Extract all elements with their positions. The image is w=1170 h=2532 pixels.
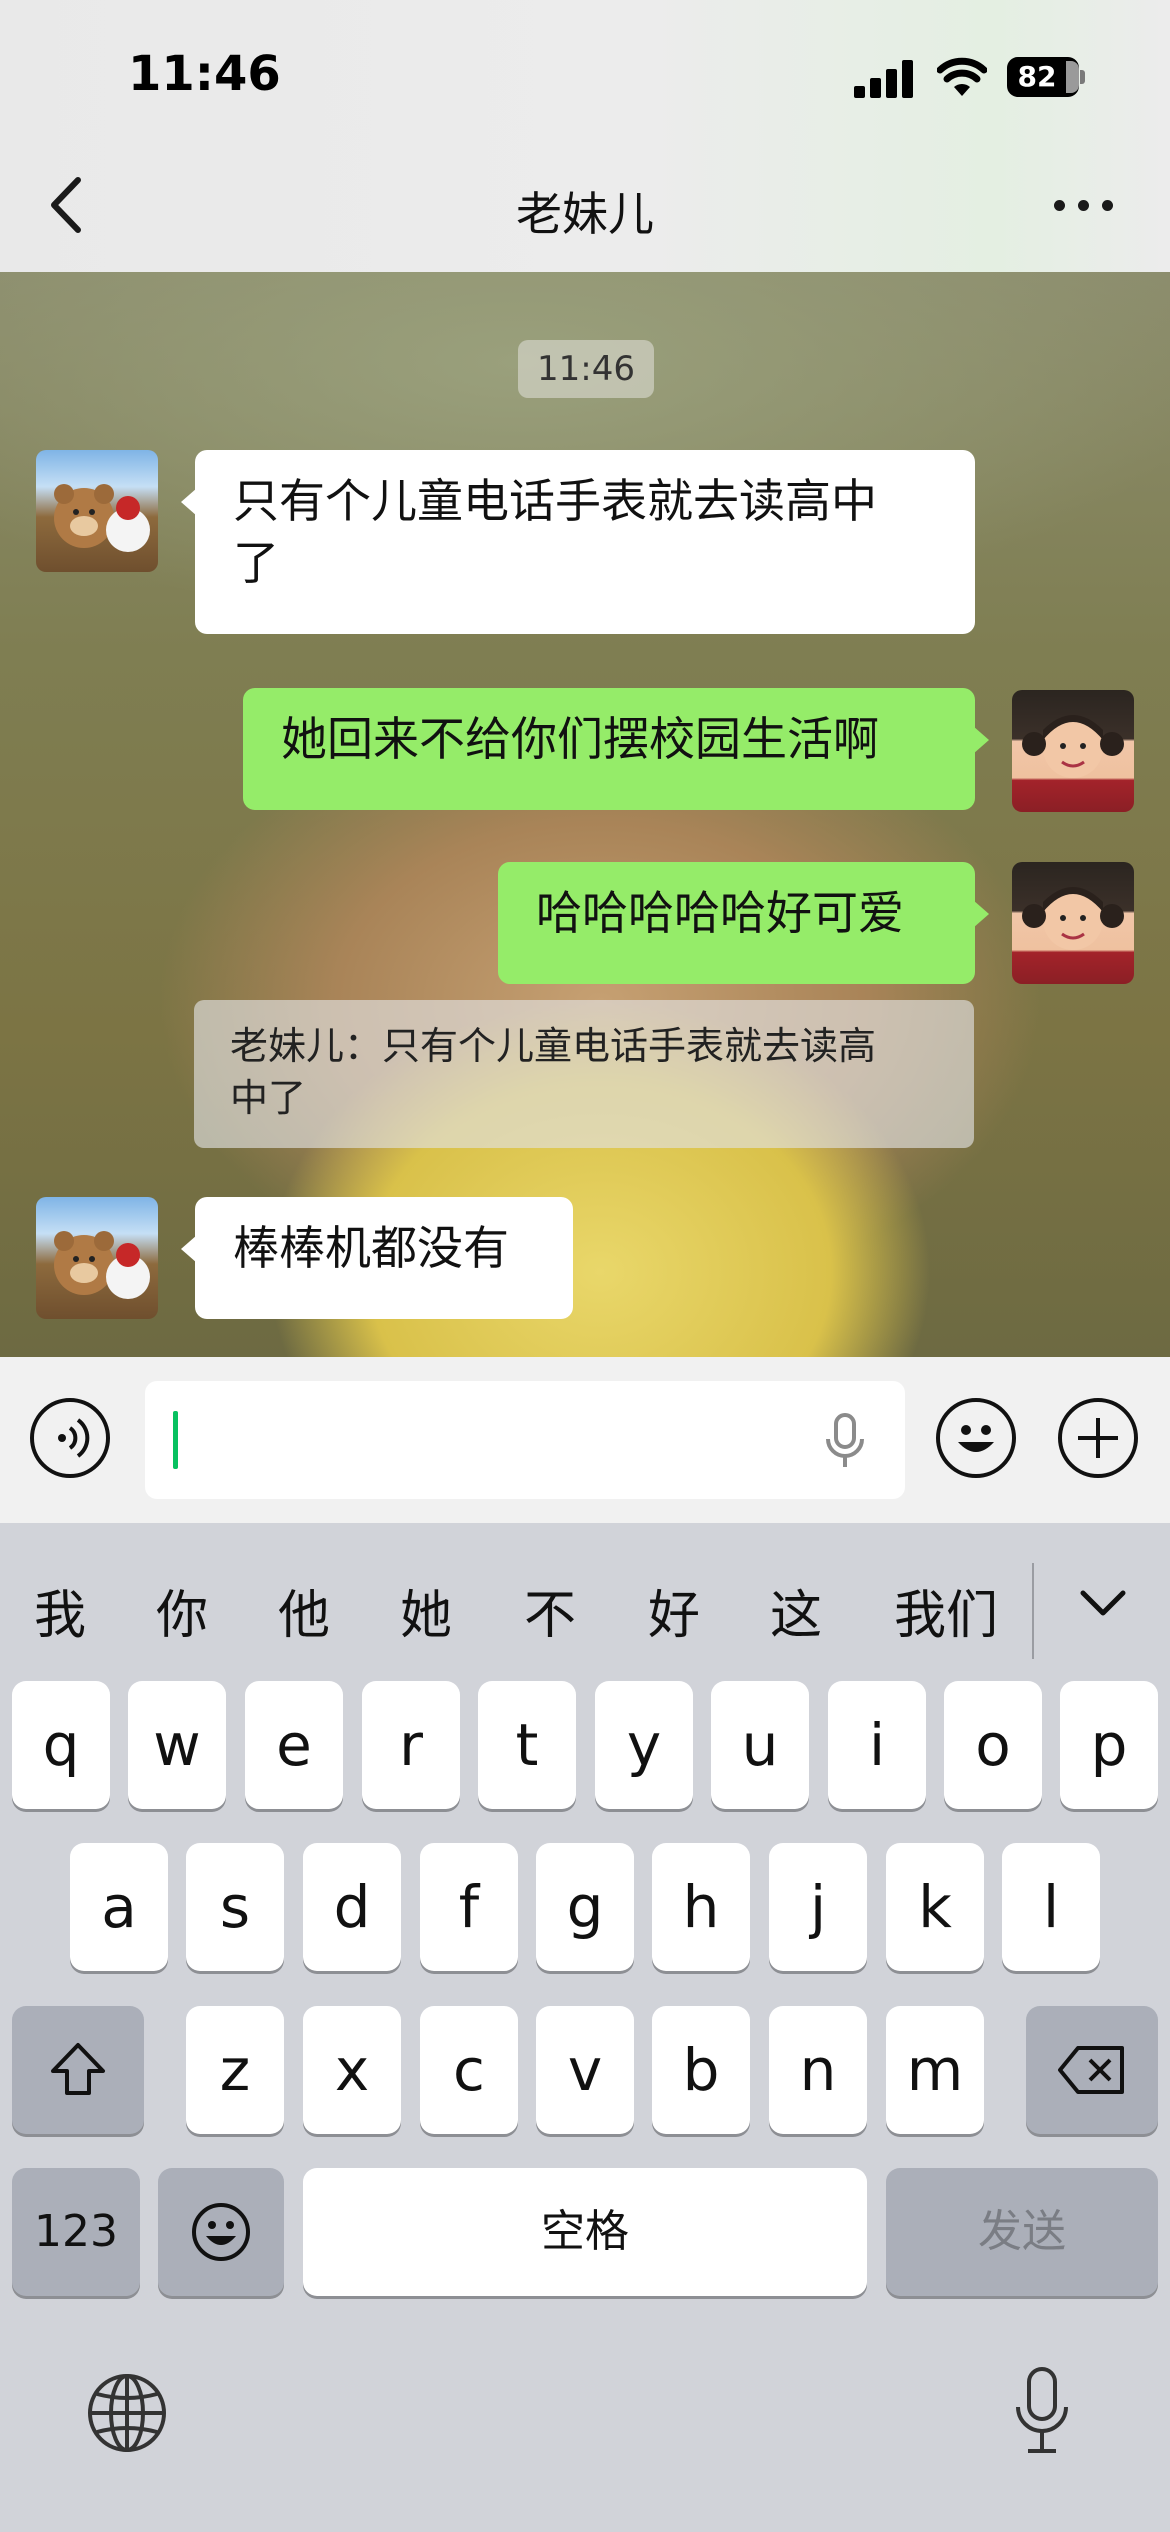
key-y[interactable]: y [595,1681,693,1809]
candidate-word[interactable]: 我们 [894,1573,998,1648]
candidate-word[interactable]: 好 [648,1573,700,1648]
message-input[interactable] [145,1381,905,1499]
delete-key[interactable] [1026,2006,1158,2134]
my-avatar[interactable] [1012,690,1134,812]
contact-avatar[interactable] [36,1197,158,1319]
key-t[interactable]: t [478,1681,576,1809]
key-k[interactable]: k [886,1843,984,1971]
key-a[interactable]: a [70,1843,168,1971]
candidate-word[interactable]: 他 [278,1573,330,1648]
key-b[interactable]: b [652,2006,750,2134]
send-key[interactable]: 发送 [886,2168,1158,2296]
message-text: 她回来不给你们摆校园生活啊 [281,712,879,766]
candidate-divider [1032,1563,1034,1659]
battery-indicator: 82 [1007,57,1085,97]
message-text: 棒棒机都没有 [233,1221,509,1275]
incoming-message[interactable]: 棒棒机都没有 [181,1197,573,1319]
wifi-icon [937,57,987,96]
key-r[interactable]: r [362,1681,460,1809]
key-z[interactable]: z [186,2006,284,2134]
contact-avatar[interactable] [36,450,158,572]
delete-icon [1058,2046,1124,2094]
input-bar [0,1357,1170,1523]
status-time: 11:46 [128,46,281,102]
message-text: 哈哈哈哈哈好可爱 [536,886,904,940]
chat-area[interactable]: 11:46 只有个儿童电话手表就去读高中 了 她回来不给你们摆校园生活啊 哈哈哈… [0,272,1170,1357]
key-e[interactable]: e [245,1681,343,1809]
key-p[interactable]: p [1060,1681,1158,1809]
candidate-word[interactable]: 这 [770,1573,822,1648]
message-text: 只有个儿童电话手表就去读高中 [233,474,877,528]
key-m[interactable]: m [886,2006,984,2134]
numbers-key[interactable]: 123 [12,2168,140,2296]
shift-icon [51,2043,105,2095]
key-h[interactable]: h [652,1843,750,1971]
outgoing-message[interactable]: 哈哈哈哈哈好可爱 [498,862,989,984]
shift-key[interactable] [12,2006,144,2134]
globe-icon[interactable] [86,2372,168,2454]
key-d[interactable]: d [303,1843,401,1971]
candidate-word[interactable]: 她 [400,1573,452,1648]
key-f[interactable]: f [420,1843,518,1971]
outgoing-message[interactable]: 她回来不给你们摆校园生活啊 [243,688,989,810]
emoji-key[interactable] [158,2168,284,2296]
battery-level: 82 [1017,60,1057,93]
more-icon[interactable] [1054,196,1114,216]
key-l[interactable]: l [1002,1843,1100,1971]
key-w[interactable]: w [128,1681,226,1809]
quoted-message[interactable]: 老妹儿：只有个儿童电话手表就去读高 中了 [194,1000,974,1148]
mic-icon[interactable] [1012,2365,1072,2457]
space-key[interactable]: 空格 [303,2168,867,2296]
keyboard: 我 你 他 她 不 好 这 我们 q w e r t y u i o p a s… [0,1523,1170,2532]
key-g[interactable]: g [536,1843,634,1971]
top-bar: 11:46 82 老妹儿 [0,0,1170,272]
key-v[interactable]: v [536,2006,634,2134]
key-u[interactable]: u [711,1681,809,1809]
chat-title: 老妹儿 [516,187,654,241]
voice-icon[interactable] [30,1398,110,1478]
quote-text: 中了 [230,1076,307,1120]
message-timestamp: 11:46 [518,340,654,398]
plus-icon[interactable] [1058,1398,1138,1478]
key-c[interactable]: c [420,2006,518,2134]
signal-icon [854,60,914,98]
key-i[interactable]: i [828,1681,926,1809]
key-x[interactable]: x [303,2006,401,2134]
candidate-word[interactable]: 我 [34,1573,86,1648]
emoji-icon[interactable] [936,1398,1016,1478]
key-n[interactable]: n [769,2006,867,2134]
message-text: 了 [233,536,279,590]
candidate-word[interactable]: 不 [524,1573,576,1648]
candidate-word[interactable]: 你 [156,1573,208,1648]
key-o[interactable]: o [944,1681,1042,1809]
mic-icon[interactable] [823,1411,867,1471]
quote-text: 老妹儿：只有个儿童电话手表就去读高 [230,1024,877,1068]
emoji-icon [192,2203,250,2261]
key-s[interactable]: s [186,1843,284,1971]
chevron-down-icon[interactable] [1078,1585,1128,1621]
text-caret [173,1411,178,1469]
incoming-message[interactable]: 只有个儿童电话手表就去读高中 了 [181,450,975,634]
key-j[interactable]: j [769,1843,867,1971]
key-q[interactable]: q [12,1681,110,1809]
my-avatar[interactable] [1012,862,1134,984]
